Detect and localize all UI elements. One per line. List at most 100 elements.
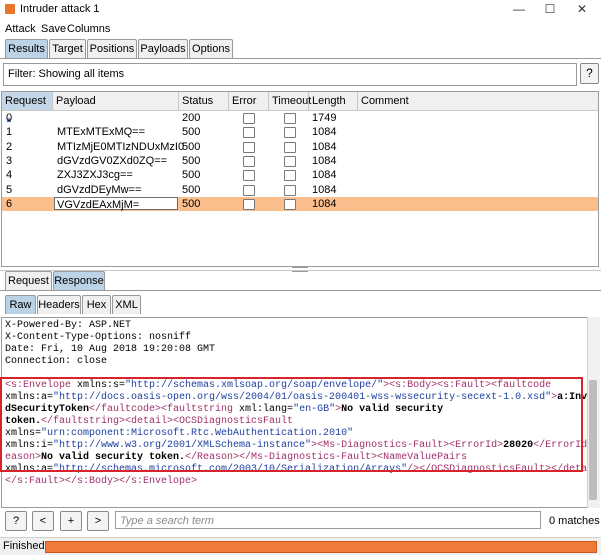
cell-status: 500 — [182, 183, 201, 196]
timeout-checkbox[interactable] — [284, 184, 296, 196]
menu-attack[interactable]: Attack — [5, 23, 36, 35]
col-payload[interactable]: Payload — [53, 92, 179, 110]
table-row[interactable]: 6 VGVzdEAxMjM= 500 1084 — [2, 196, 598, 211]
cell-length: 1084 — [312, 154, 337, 167]
table-row[interactable]: 1 MTExMTExMQ== 500 1084 — [2, 125, 598, 139]
cell-request: 2 — [6, 140, 13, 153]
filter-help-button[interactable]: ? — [580, 63, 599, 84]
table-row[interactable]: 0 200 1749 — [2, 111, 598, 125]
header-line: Date: Fri, 10 Aug 2018 19:20:08 GMT — [5, 344, 216, 355]
xml-line: dSecurityToken</faultcode><faultstring x… — [5, 404, 444, 415]
col-request[interactable]: Request ▲ — [2, 92, 53, 124]
error-checkbox[interactable] — [243, 198, 255, 210]
tab-positions[interactable]: Positions — [87, 39, 137, 58]
cell-payload: MTExMTExMQ== — [57, 126, 146, 139]
timeout-checkbox[interactable] — [284, 170, 296, 182]
cell-status: 500 — [182, 197, 201, 210]
xml-line: </s:Fault></s:Body></s:Envelope> — [5, 476, 198, 487]
cell-request: 6 — [6, 197, 13, 210]
cell-payload — [57, 111, 177, 125]
tab-target[interactable]: Target — [49, 39, 86, 58]
header-line: Connection: close — [5, 356, 108, 367]
tab-xml[interactable]: XML — [112, 295, 141, 314]
minimize-button[interactable]: — — [505, 1, 533, 18]
error-checkbox[interactable] — [243, 184, 255, 196]
timeout-checkbox[interactable] — [284, 155, 296, 167]
error-checkbox[interactable] — [243, 127, 255, 139]
tab-payloads[interactable]: Payloads — [138, 39, 188, 58]
tab-headers[interactable]: Headers — [37, 295, 81, 314]
cell-request: 4 — [6, 169, 13, 182]
xml-line: token.</faultstring><detail><OCSDiagnost… — [5, 416, 294, 427]
table-header: Request ▲ Payload Status Error Timeout L… — [2, 92, 598, 124]
header-line: X-Powered-By: ASP.NET — [5, 320, 132, 331]
table-row[interactable]: 5 dGVzdDEyMw== 500 1084 — [2, 183, 598, 197]
status-bar: Finished — [0, 537, 601, 555]
error-checkbox[interactable] — [243, 170, 255, 182]
cell-request: 0 — [6, 112, 13, 124]
error-checkbox[interactable] — [243, 155, 255, 167]
menu-bar: Attack Save Columns — [0, 20, 601, 38]
cell-length: 1084 — [312, 197, 337, 210]
tab-hex[interactable]: Hex — [82, 295, 111, 314]
search-input[interactable]: Type a search term — [115, 511, 541, 529]
menu-columns[interactable]: Columns — [67, 23, 110, 35]
cell-payload: MTIzMjE0MTIzNDUxMzI0 — [57, 140, 185, 153]
cell-length: 1749 — [312, 112, 337, 124]
cell-status: 200 — [182, 112, 201, 124]
cell-payload: ZXJ3ZXJ3cg== — [57, 169, 133, 182]
cell-status: 500 — [182, 169, 201, 182]
search-add-button[interactable]: + — [60, 511, 82, 531]
scrollbar-thumb[interactable] — [589, 380, 597, 500]
xml-line: xmlns:i="http://www.w3.org/2001/XMLSchem… — [5, 440, 588, 451]
tab-divider — [0, 58, 601, 59]
status-text: Finished — [3, 540, 45, 552]
cell-status: 500 — [182, 154, 201, 167]
col-length[interactable]: Length — [309, 92, 358, 110]
tab-options[interactable]: Options — [189, 39, 233, 58]
close-button[interactable]: ✕ — [568, 1, 596, 18]
response-text-area[interactable]: X-Powered-By: ASP.NET X-Content-Type-Opt… — [1, 317, 588, 508]
maximize-button[interactable]: ☐ — [536, 1, 564, 18]
window-title: Intruder attack 1 — [20, 3, 100, 15]
cell-length: 1084 — [312, 140, 337, 153]
cell-request: 3 — [6, 154, 13, 167]
table-row[interactable]: 3 dGVzdGV0ZXd0ZQ== 500 1084 — [2, 154, 598, 168]
tab-results[interactable]: Results — [5, 39, 48, 58]
cell-length: 1084 — [312, 169, 337, 182]
cell-payload: dGVzdGV0ZXd0ZQ== — [57, 154, 168, 167]
timeout-checkbox[interactable] — [284, 127, 296, 139]
table-row[interactable]: 2 MTIzMjE0MTIzNDUxMzI0 500 1084 — [2, 140, 598, 154]
timeout-checkbox[interactable] — [284, 113, 296, 124]
search-next-button[interactable]: > — [87, 511, 109, 531]
tab-response[interactable]: Response — [53, 271, 105, 290]
xml-line: xmlns:a="http://schemas.microsoft.com/20… — [5, 464, 588, 475]
cell-length: 1084 — [312, 126, 337, 139]
match-count: 0 matches — [549, 515, 600, 527]
cell-payload-edit[interactable]: VGVzdEAxMjM= — [54, 196, 178, 211]
tab-raw[interactable]: Raw — [5, 295, 36, 314]
timeout-checkbox[interactable] — [284, 141, 296, 153]
filter-bar[interactable]: Filter: Showing all items — [3, 63, 577, 86]
title-bar: Intruder attack 1 — ☐ ✕ — [0, 0, 601, 19]
menu-save[interactable]: Save — [41, 23, 66, 35]
xml-line: xmlns:a="http://docs.oasis-open.org/wss/… — [5, 392, 588, 403]
table-row[interactable]: 4 ZXJ3ZXJ3cg== 500 1084 — [2, 168, 598, 182]
xml-line: eason>No valid security token.</Reason><… — [5, 452, 468, 463]
error-checkbox[interactable] — [243, 141, 255, 153]
col-comment[interactable]: Comment — [358, 92, 598, 110]
cell-status: 500 — [182, 140, 201, 153]
filter-text: Filter: Showing all items — [8, 68, 125, 80]
timeout-checkbox[interactable] — [284, 198, 296, 210]
cell-request: 5 — [6, 183, 13, 196]
col-status[interactable]: Status — [179, 92, 229, 110]
error-checkbox[interactable] — [243, 113, 255, 124]
search-prev-button[interactable]: < — [32, 511, 54, 531]
col-error[interactable]: Error — [229, 92, 269, 110]
col-timeout[interactable]: Timeout — [269, 92, 311, 110]
search-help-button[interactable]: ? — [5, 511, 27, 531]
header-line: X-Content-Type-Options: nosniff — [5, 332, 192, 343]
tab-request[interactable]: Request — [5, 271, 52, 290]
cell-payload: dGVzdDEyMw== — [57, 183, 142, 196]
cell-status: 500 — [182, 126, 201, 139]
